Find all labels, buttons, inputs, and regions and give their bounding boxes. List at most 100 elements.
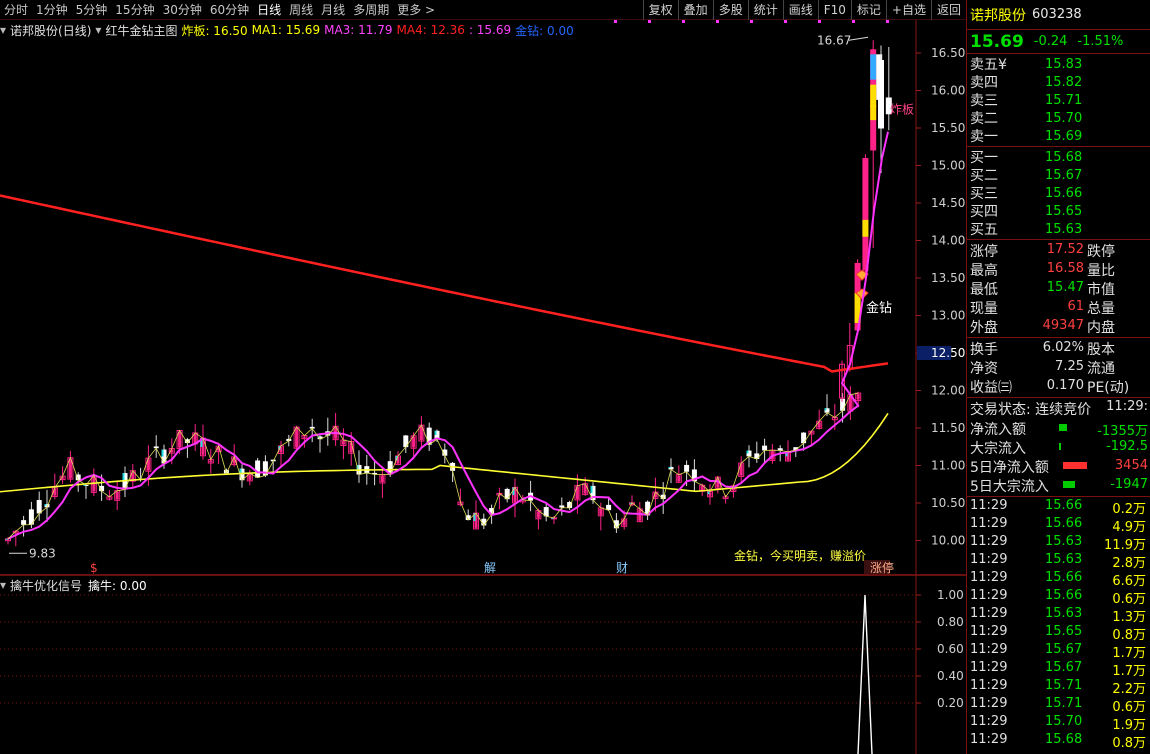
trade-status: 交易状态: 连续竞价 11:29: [967,398,1150,418]
stat-label-2: 量比 [1087,263,1115,279]
sub-legend: ▾ 擒牛优化信号 擒牛: 0.00 [0,577,147,593]
tick-time: 11:29 [970,696,1008,711]
chart-dropdown-icon[interactable]: ▾ [0,23,6,37]
ask-price: 15.83 [1045,56,1083,72]
timeframe-tab[interactable]: 分时 [0,0,32,20]
flow-bar [1059,443,1061,450]
timeframe-tab[interactable]: 周线 [285,0,317,20]
tick-price: 15.66 [1045,588,1083,603]
flow-value: -1355万 [1097,424,1148,439]
bid-row: 买三 15.66 [967,184,1150,203]
ask-row: 卖四 15.82 [967,73,1150,92]
flow-bar [1063,462,1087,469]
top-marker [852,20,855,23]
sub-value: 擒牛: 0.00 [88,578,147,593]
stat-label-2: PE(动) [1087,380,1130,396]
chart-title: 诺邦股份(日线) [10,23,92,38]
tick-volume: 0.6万 [1112,592,1146,607]
bid-label: 买二 [970,168,998,184]
main-legend: ▾ 诺邦股份(日线) ▾ 红牛金钻主图 炸板: 16.50 MA1: 15.69 MA3: … [0,22,578,38]
ask-book: 卖五¥ 15.83 卖四 15.82 卖三 15.71 卖二 15.70 卖一 15.69 [967,54,1150,147]
stat-value: 17.52 [1046,242,1084,257]
candle-accent [746,450,749,454]
event-marker[interactable]: $ [90,561,98,575]
stock-code: 603238 [1032,7,1082,22]
sub-y-tick-label: 0.20 [937,696,964,710]
flow-row: 5日大宗流入 -1947 [967,476,1150,495]
event-marker[interactable]: 涨停 [870,560,894,575]
ask-label: 卖一 [970,129,998,145]
tick-price: 15.71 [1045,696,1083,711]
toolbar-button[interactable]: 标记 [850,0,886,20]
chart-area[interactable]: 16.50 16.00 15.50 15.00 14.50 14.00 13.50 13.00… [0,20,966,754]
ask-price: 15.71 [1045,92,1083,108]
event-marker[interactable]: 财 [616,561,628,575]
timeframe-tab[interactable]: 30分钟 [159,0,206,20]
tick-list[interactable]: 11:29 15.66 0.2万 11:29 15.66 4.9万 11:29 15.63 11… [967,497,1150,751]
candle-body [36,499,42,514]
flow-label: 大宗流入 [970,441,1026,457]
toolbar-button[interactable]: +自选 [885,0,931,20]
toolbar-button[interactable]: 返回 [930,0,966,20]
toolbar-button[interactable]: F10 [817,0,851,20]
tick-row: 11:29 15.70 1.9万 [967,714,1150,733]
candle-fill [302,436,306,438]
event-marker[interactable]: 解 [484,561,496,575]
toolbar-button[interactable]: 复权 [642,0,678,20]
stat-label-2: 跌停 [1087,244,1115,260]
timeframe-tab[interactable]: 15分钟 [111,0,158,20]
y-tick-label: 13.50 [931,271,965,285]
toolbar-button[interactable]: 画线 [782,0,818,20]
indicator-name[interactable]: 红牛金钻主图 [105,22,177,39]
tick-row: 11:29 15.63 11.9万 [967,534,1150,553]
candle-accent [668,466,671,469]
tick-price: 15.63 [1045,552,1083,567]
y-tick-label: 14.50 [931,196,965,210]
top-marker [682,20,685,23]
stat-label: 外盘 [970,320,998,336]
ask-row: 卖一 15.69 [967,127,1150,146]
toolbar-button[interactable]: 叠加 [677,0,713,20]
tick-row: 11:29 15.63 1.3万 [967,606,1150,625]
tick-time: 11:29 [970,552,1008,567]
candle-body [403,435,409,448]
stat-row: 现量 61 总量 [967,298,1150,317]
stock-header: 诺邦股份 603238 [967,0,1150,30]
stat-label: 净资 [970,361,998,377]
flow-value: -192.5 [1106,439,1148,454]
tick-price: 15.66 [1045,498,1083,513]
timeframe-tab[interactable]: 1分钟 [32,0,72,20]
tick-time: 11:29 [970,588,1008,603]
timeframe-tab-active[interactable]: 日线 [253,0,285,20]
timeframe-tab[interactable]: 月线 [317,0,349,20]
toolbar-button[interactable]: 统计 [747,0,783,20]
trade-time: 11:29: [1106,399,1148,414]
indicator-dropdown-icon[interactable]: ▾ [95,23,101,37]
legend-item: MA3: 11.79 [324,23,393,37]
timeframe-tab[interactable]: 60分钟 [206,0,253,20]
timeframe-tab[interactable]: 多周期 [349,0,393,20]
legend-item: MA1: 15.69 [251,23,321,37]
toolbar-right: 复权 叠加 多股 统计 画线 F10 标记 +自选 返回 [642,0,966,20]
ask-price: 15.70 [1045,110,1083,126]
bid-price: 15.68 [1045,149,1083,165]
stat-value: 15.47 [1046,280,1084,295]
sub-dropdown-icon[interactable]: ▾ [0,578,6,592]
bid-label: 买一 [970,150,998,166]
ask-label: 卖五¥ [970,57,1007,73]
bid-book: 买一 15.68 买二 15.67 买三 15.66 买四 15.65 买五 15.63 [967,147,1150,240]
flow-label: 5日大宗流入 [970,479,1049,495]
tick-price: 15.63 [1045,606,1083,621]
timeframe-tab[interactable]: 5分钟 [72,0,112,20]
toolbar-button[interactable]: 多股 [712,0,748,20]
timeframe-tab[interactable]: 更多 > [393,0,439,20]
tick-time: 11:29 [970,732,1008,747]
candle-accent [5,538,8,540]
kline-chart[interactable]: 16.50 16.00 15.50 15.00 14.50 14.00 13.50 13.00… [0,20,966,754]
candle-fill [856,394,860,400]
stat-row: 换手 6.02% 股本 [967,339,1150,358]
y-tick-label: 16.00 [931,84,965,98]
tick-volume: 1.3万 [1112,610,1146,625]
flow-bar [1059,424,1067,431]
candle-body [684,464,690,472]
